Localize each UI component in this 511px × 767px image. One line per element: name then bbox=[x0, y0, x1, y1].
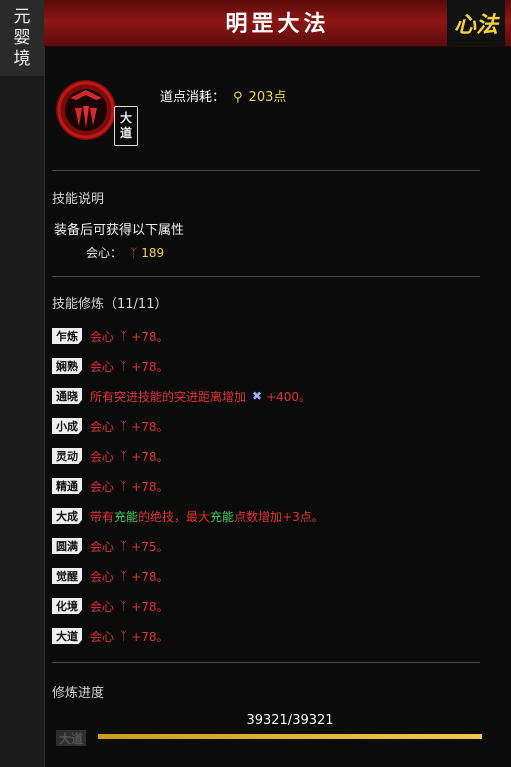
dao-cost: 道点消耗： ⚲ 203点 bbox=[160, 86, 286, 105]
crit-icon: ᛉ bbox=[120, 449, 128, 463]
tier-badge: 通晓 bbox=[52, 388, 82, 404]
crit-icon: ᛉ bbox=[120, 539, 128, 553]
crit-icon: ᛉ bbox=[120, 569, 128, 583]
tier-row: 小成 会心 ᛉ +78。 bbox=[52, 416, 169, 436]
realm-char: 境 bbox=[13, 48, 31, 69]
stat-row: 会心： ᛉ 189 bbox=[86, 244, 164, 261]
crit-icon: ᛉ bbox=[130, 246, 138, 260]
tier-row: 娴熟 会心 ᛉ +78。 bbox=[52, 356, 169, 376]
description-title: 技能说明 bbox=[52, 192, 105, 207]
tier-row: 灵动 会心 ᛉ +78。 bbox=[52, 446, 169, 466]
tier-row: 大成 带有充能的绝技，最大充能点数增加+3点。 bbox=[52, 506, 324, 526]
tier-special-text: 带有充能的绝技，最大充能点数增加+3点。 bbox=[90, 509, 324, 524]
tier-row: 圆满 会心 ᛉ +75。 bbox=[52, 536, 169, 556]
description-text: 装备后可获得以下属性 bbox=[54, 223, 185, 238]
tier-badge: 小成 bbox=[52, 418, 82, 434]
training-title: 技能修炼（11/11） bbox=[52, 297, 168, 312]
crit-icon: ᛉ bbox=[120, 329, 128, 343]
progress-fill bbox=[98, 734, 482, 739]
stat-value: 189 bbox=[141, 246, 165, 260]
tier-badge: 化境 bbox=[52, 598, 82, 614]
title-bar: 明罡大法 心法 bbox=[44, 0, 511, 47]
tier-row: 化境 会心 ᛉ +78。 bbox=[52, 596, 169, 616]
crit-icon: ᛉ bbox=[120, 629, 128, 643]
tier-badge: 觉醒 bbox=[52, 568, 82, 584]
tier-row: 觉醒 会心 ᛉ +78。 bbox=[52, 566, 169, 586]
tier-badge: 大道 bbox=[52, 628, 82, 644]
tier-badge: 精通 bbox=[52, 478, 82, 494]
crit-icon: ᛉ bbox=[120, 419, 128, 433]
page-title: 明罡大法 bbox=[225, 11, 330, 37]
realm-tab[interactable]: 元 婴 境 bbox=[0, 0, 44, 76]
tier-row: 精通 会心 ᛉ +78。 bbox=[52, 476, 169, 496]
progress-rank-label: 大道 bbox=[56, 730, 86, 746]
progress-title: 修炼进度 bbox=[52, 686, 105, 701]
realm-char: 元 bbox=[13, 6, 31, 27]
tier-badge: 圆满 bbox=[52, 538, 82, 554]
tier-badge: 娴熟 bbox=[52, 358, 82, 374]
tier-row: 通晓 所有突进技能的突进距离增加 ✖ +400。 bbox=[52, 386, 311, 406]
tier-row: 大道 会心 ᛉ +78。 bbox=[52, 626, 169, 646]
tier-row: 乍炼 会心 ᛉ +78。 bbox=[52, 326, 169, 346]
side-strip bbox=[0, 0, 45, 767]
realm-char: 婴 bbox=[13, 27, 31, 48]
skill-rank-badge: 大 道 bbox=[114, 106, 138, 146]
cost-value: 203点 bbox=[248, 90, 287, 105]
crit-icon: ᛉ bbox=[120, 599, 128, 613]
tier-badge: 灵动 bbox=[52, 448, 82, 464]
cost-label: 道点消耗： bbox=[160, 90, 226, 105]
location-pin-icon: ⚲ bbox=[233, 90, 243, 105]
crit-icon: ᛉ bbox=[120, 359, 128, 373]
stat-label: 会心： bbox=[86, 246, 123, 260]
progress-bar bbox=[98, 734, 482, 739]
tier-badge: 大成 bbox=[52, 508, 82, 524]
tier-badge: 乍炼 bbox=[52, 328, 82, 344]
dash-distance-icon: ✖ bbox=[252, 389, 263, 403]
divider bbox=[52, 276, 480, 277]
category-tag: 心法 bbox=[447, 0, 505, 46]
progress-value: 39321/39321 bbox=[246, 713, 334, 728]
divider bbox=[52, 662, 480, 663]
crit-icon: ᛉ bbox=[120, 479, 128, 493]
divider bbox=[52, 170, 480, 171]
